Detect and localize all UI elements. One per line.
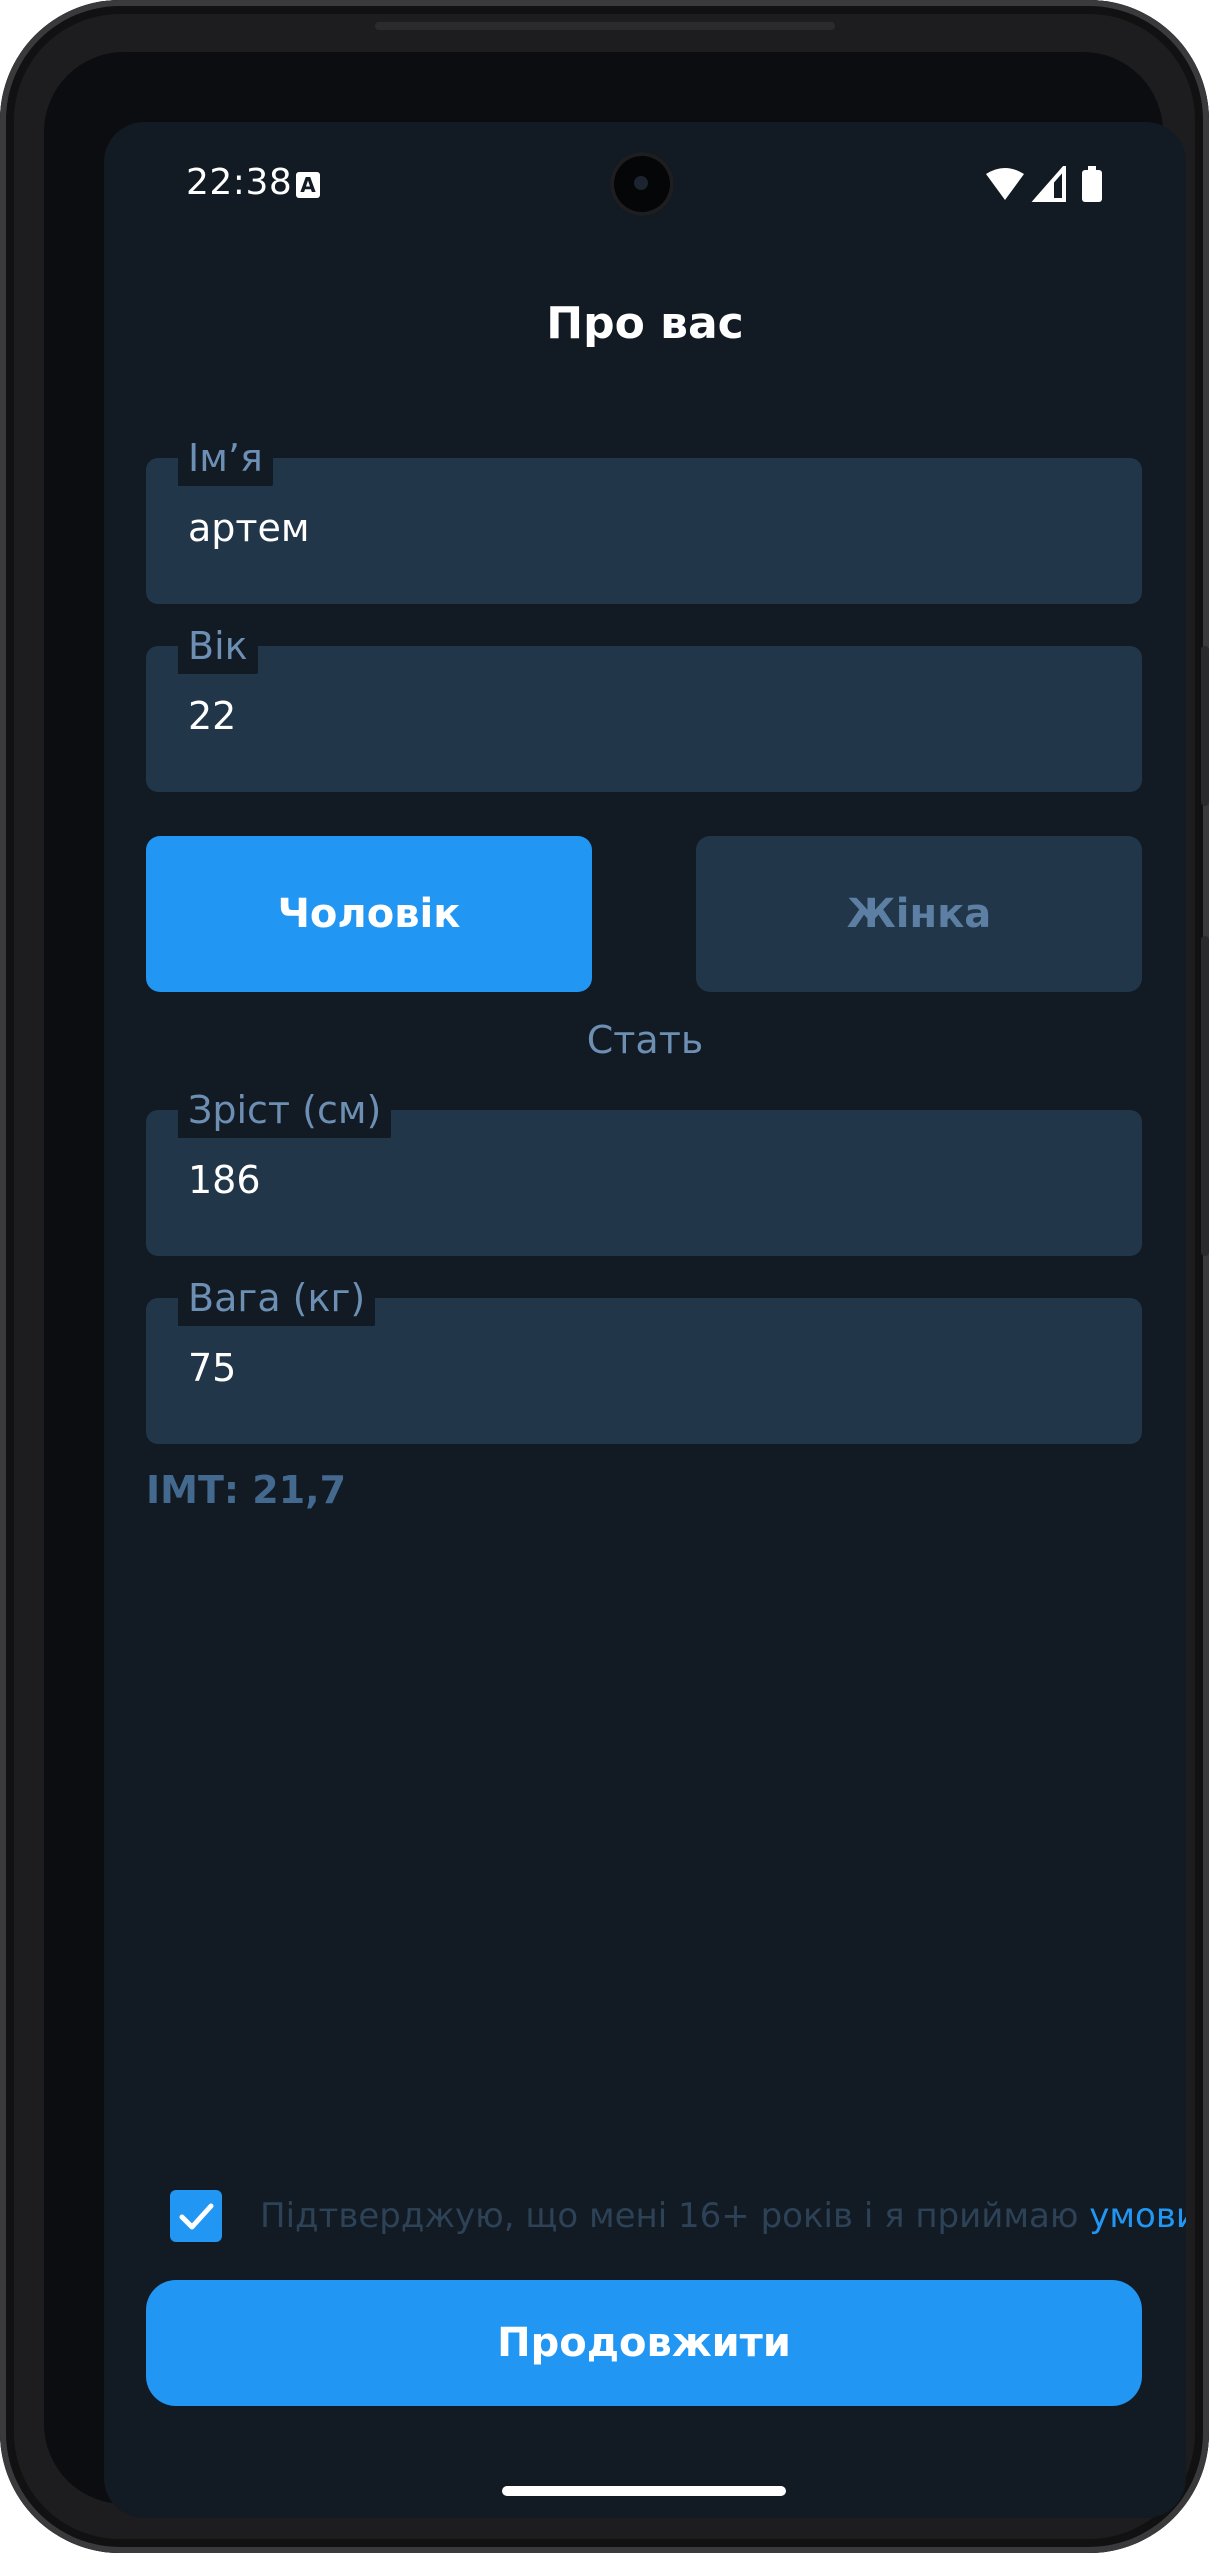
age-field-value[interactable]: 22 (188, 694, 236, 738)
consent-text: Підтверджую, що мені 16+ років і я прийм… (260, 2196, 1186, 2236)
font-notification-icon: A (296, 172, 320, 198)
weight-field[interactable]: Вага (кг) 75 (146, 1276, 1142, 1444)
status-time: 22:38 (186, 162, 293, 203)
continue-button[interactable]: Продовжити (146, 2280, 1142, 2406)
bmi-readout: ІМТ: 21,7 (146, 1468, 347, 1512)
name-field[interactable]: Імʼя артем (146, 436, 1142, 604)
screen: 22:38 A Про вас Імʼя артем Вік 22 Чолові… (104, 122, 1186, 2518)
gender-female-button[interactable]: Жінка (696, 836, 1142, 992)
checkmark-icon (179, 2203, 214, 2230)
page-title: Про вас (546, 298, 744, 349)
height-field[interactable]: Зріст (см) 186 (146, 1088, 1142, 1256)
consent-statement: Підтверджую, що мені 16+ років і я прийм… (260, 2196, 1090, 2236)
speaker-slot (375, 22, 835, 30)
front-camera (610, 152, 674, 216)
age-field[interactable]: Вік 22 (146, 624, 1142, 792)
height-field-label: Зріст (см) (178, 1088, 392, 1138)
power-button (1201, 936, 1209, 1256)
gender-male-button[interactable]: Чоловік (146, 836, 592, 992)
phone-frame: 22:38 A Про вас Імʼя артем Вік 22 Чолові… (0, 0, 1209, 2553)
home-indicator[interactable] (502, 2486, 786, 2496)
bezel: 22:38 A Про вас Імʼя артем Вік 22 Чолові… (44, 52, 1186, 2518)
status-icons (984, 166, 1114, 202)
gender-caption: Стать (586, 1018, 704, 1062)
name-field-value[interactable]: артем (188, 506, 310, 550)
weight-field-value[interactable]: 75 (188, 1346, 236, 1390)
volume-button (1201, 646, 1209, 806)
consent-checkbox[interactable] (170, 2190, 222, 2242)
wifi-icon (986, 168, 1024, 200)
name-field-label: Імʼя (178, 436, 273, 486)
battery-icon (1082, 166, 1102, 202)
height-field-value[interactable]: 186 (188, 1158, 261, 1202)
terms-link[interactable]: умови. (1089, 2196, 1186, 2236)
signal-icon (1031, 166, 1066, 202)
age-field-label: Вік (178, 624, 258, 674)
weight-field-label: Вага (кг) (178, 1276, 376, 1326)
